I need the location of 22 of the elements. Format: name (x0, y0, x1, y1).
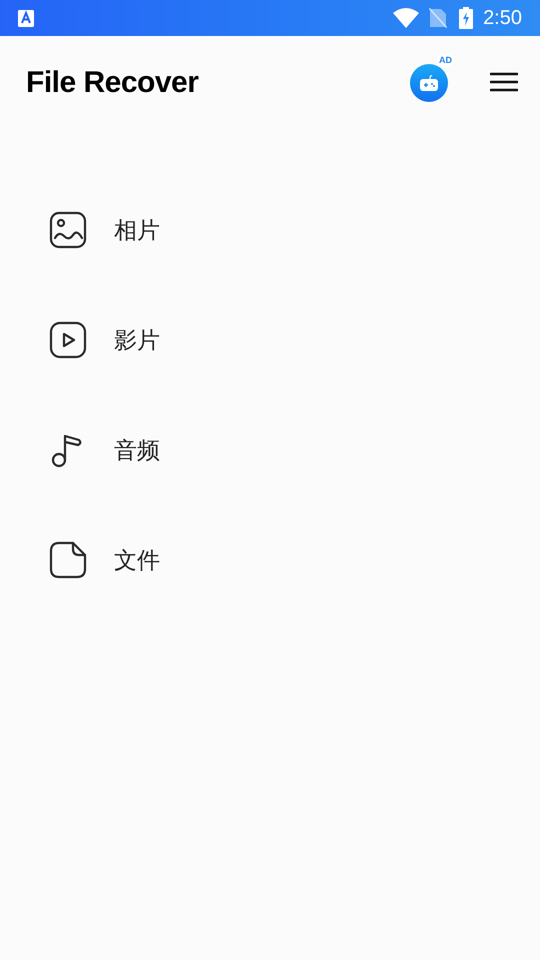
document-icon (49, 541, 87, 579)
play-icon (49, 321, 87, 359)
category-item[interactable]: 影片 (0, 285, 540, 395)
category-item[interactable]: 文件 (0, 505, 540, 615)
app-notification-icon (18, 10, 34, 26)
gamepad-icon (410, 64, 448, 102)
category-item[interactable]: 相片 (0, 175, 540, 285)
category-label: 音频 (114, 436, 160, 465)
no-sim-icon (429, 8, 448, 28)
clock-time: 2:50 (483, 6, 522, 31)
image-icon (49, 211, 87, 249)
app-title: File Recover (26, 64, 198, 100)
category-label: 文件 (114, 546, 160, 575)
wifi-icon (393, 8, 420, 28)
menu-icon (490, 72, 518, 92)
ad-badge: AD (437, 54, 454, 66)
menu-button[interactable] (490, 70, 518, 94)
game-ad-button[interactable]: AD (410, 54, 454, 102)
category-label: 相片 (114, 216, 160, 245)
category-item[interactable]: 音频 (0, 395, 540, 505)
category-label: 影片 (114, 326, 160, 355)
battery-charging-icon (459, 7, 474, 29)
